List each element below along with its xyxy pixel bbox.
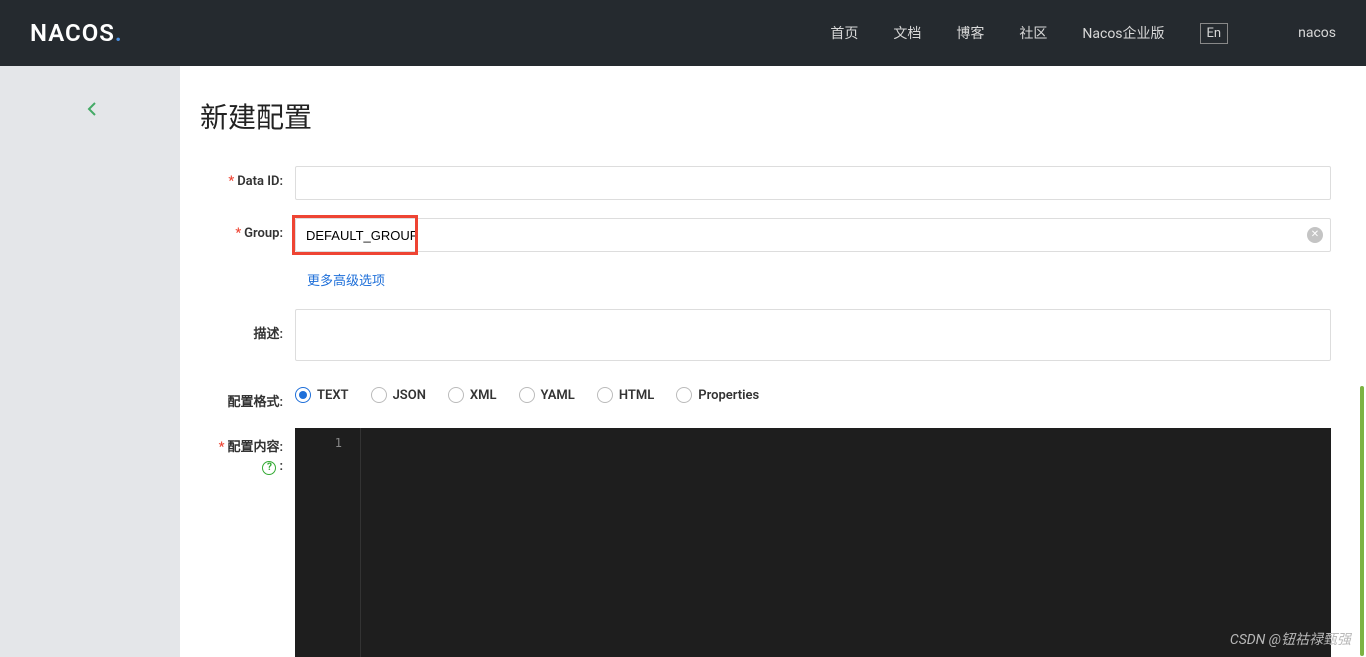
line-gutter: 1 [295,428,360,657]
radio-xml[interactable]: XML [448,387,497,403]
logo[interactable]: NACOS. [30,19,123,47]
radio-icon [676,387,692,403]
advanced-options-link[interactable]: 更多高级选项 [307,270,385,289]
radio-text[interactable]: TEXT [295,387,349,403]
radio-icon [519,387,535,403]
language-toggle[interactable]: En [1200,23,1229,44]
sidebar [0,66,180,657]
code-editor[interactable]: 1 [295,428,1331,657]
radio-html[interactable]: HTML [597,387,654,403]
radio-icon [295,387,311,403]
radio-icon [371,387,387,403]
label-description: 描述: [200,309,295,342]
chevron-left-icon [85,101,101,117]
row-content: *配置内容: ?: 1 [200,428,1331,657]
nav-docs[interactable]: 文档 [893,23,921,43]
nav-community[interactable]: 社区 [1019,23,1047,43]
label-content: *配置内容: ?: [200,428,295,475]
label-data-id: *Data ID: [200,166,295,189]
row-format: 配置格式: TEXT JSON XML YAML HTML Properties [200,383,1331,410]
logo-text: NACOS [30,19,115,47]
radio-json[interactable]: JSON [371,387,426,403]
help-icon[interactable]: ? [262,461,276,475]
scroll-indicator [1358,66,1366,657]
user-label[interactable]: nacos [1298,25,1336,41]
main-content: 新建配置 *Data ID: *Group: ✕ 更多高级选项 描述: [180,66,1366,657]
nav-blog[interactable]: 博客 [956,23,984,43]
scroll-thumb[interactable] [1360,386,1364,656]
radio-icon [597,387,613,403]
radio-yaml[interactable]: YAML [519,387,575,403]
row-description: 描述: [200,309,1331,365]
input-group[interactable] [295,218,1331,252]
page-title: 新建配置 [200,96,1331,136]
back-button[interactable] [85,101,101,121]
format-radio-group: TEXT JSON XML YAML HTML Properties [295,383,1331,403]
radio-icon [448,387,464,403]
label-format: 配置格式: [200,383,295,410]
input-description[interactable] [295,309,1331,361]
input-data-id[interactable] [295,166,1331,200]
logo-dot: . [115,19,123,47]
nav-items: 首页 文档 博客 社区 Nacos企业版 En nacos [830,23,1336,44]
code-area[interactable] [360,428,1331,657]
nav-home[interactable]: 首页 [830,23,858,43]
radio-properties[interactable]: Properties [676,387,759,403]
nav-enterprise[interactable]: Nacos企业版 [1082,23,1164,43]
row-data-id: *Data ID: [200,166,1331,200]
clear-icon[interactable]: ✕ [1307,227,1323,243]
row-group: *Group: ✕ [200,218,1331,252]
label-group: *Group: [200,218,295,241]
top-header: NACOS. 首页 文档 博客 社区 Nacos企业版 En nacos [0,0,1366,66]
